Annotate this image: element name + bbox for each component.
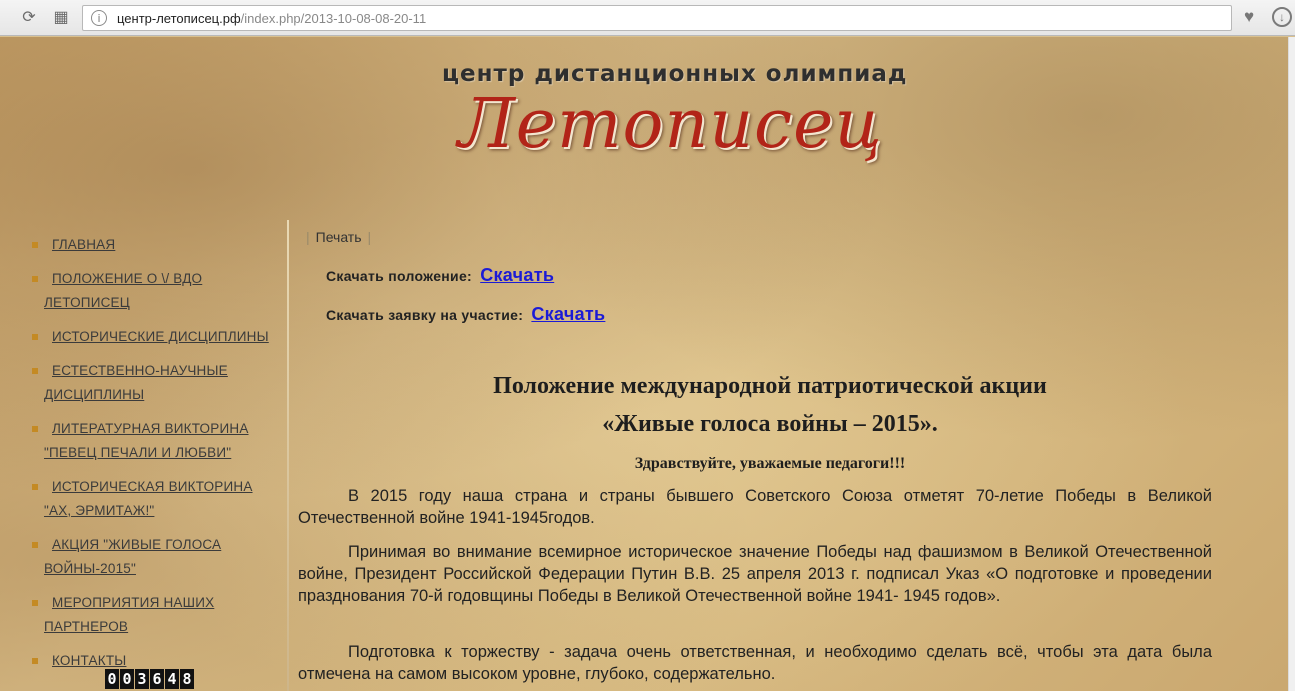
sidebar-item-label-line2: ПАРТНЕРОВ — [44, 619, 129, 634]
sidebar-item-historical-quiz[interactable]: ИСТОРИЧЕСКАЯ ВИКТОРИНА "АХ, ЭРМИТАЖ!" — [30, 475, 280, 523]
url-path: /index.php/2013-10-08-08-20-11 — [240, 10, 427, 26]
download-application-label: Скачать заявку на участие: — [326, 307, 524, 323]
bullet-icon — [32, 368, 38, 374]
bullet-icon — [32, 658, 38, 664]
bullet-icon — [32, 276, 38, 282]
bullet-icon — [32, 542, 38, 548]
bullet-icon — [32, 484, 38, 490]
article-paragraph: Принимая во внимание всемирное историчес… — [298, 543, 1212, 605]
url-domain: центр-летописец.рф — [117, 10, 241, 26]
separator: | — [367, 229, 372, 245]
bullet-icon — [32, 426, 38, 432]
bullet-icon — [32, 334, 38, 340]
column-divider — [287, 220, 289, 691]
article-title-line2: «Живые голоса войны – 2015». — [602, 411, 938, 437]
address-bar[interactable]: i центр-летописец.рф/index.php/2013-10-0… — [82, 5, 1232, 31]
sidebar-item-label: АКЦИЯ "ЖИВЫЕ ГОЛОСА — [52, 537, 222, 552]
visit-counter[interactable]: 0 0 3 6 4 8 — [105, 669, 194, 689]
counter-digit: 4 — [165, 669, 179, 689]
sidebar-item-label: КОНТАКТЫ — [52, 653, 127, 668]
site-logo-title[interactable]: Летописец — [458, 85, 883, 164]
article-paragraph: Подготовка к торжеству - задача очень от… — [298, 643, 1212, 683]
sidebar-item-label-line2: "ПЕВЕЦ ПЕЧАЛИ И ЛЮБВИ" — [44, 445, 232, 460]
counter-digit: 0 — [120, 669, 134, 689]
sidebar-menu: ГЛАВНАЯ ПОЛОЖЕНИЕ О \/ ВДО ЛЕТОПИСЕЦ ИСТ… — [30, 233, 280, 683]
sidebar-item-living-voices-action[interactable]: АКЦИЯ "ЖИВЫЕ ГОЛОСА ВОЙНЫ-2015" — [30, 533, 280, 581]
page-scrollbar[interactable] — [1288, 37, 1295, 691]
sidebar-item-label-line2: ЛЕТОПИСЕЦ — [44, 295, 130, 310]
sidebar-item-label: МЕРОПРИЯТИЯ НАШИХ — [52, 595, 215, 610]
sidebar-item-natural-sciences[interactable]: ЕСТЕСТВЕННО-НАУЧНЫЕ ДИСЦИПЛИНЫ — [30, 359, 280, 407]
download-application-link[interactable]: Скачать — [531, 304, 605, 324]
article-paragraph: В 2015 году наша страна и страны бывшего… — [298, 487, 1212, 527]
site-subtitle: центр дистанционных олимпиад — [442, 61, 908, 87]
page-info-icon[interactable]: i — [91, 10, 107, 26]
sidebar-item-literary-quiz[interactable]: ЛИТЕРАТУРНАЯ ВИКТОРИНА "ПЕВЕЦ ПЕЧАЛИ И Л… — [30, 417, 280, 465]
web-page: центр дистанционных олимпиад Летописец Г… — [0, 37, 1288, 691]
download-application-row: Скачать заявку на участие: Скачать — [326, 304, 605, 325]
greeting-text: Здравствуйте, уважаемые педагоги!!! — [634, 455, 906, 472]
sidebar-item-home[interactable]: ГЛАВНАЯ — [30, 233, 280, 257]
sidebar-item-regulations[interactable]: ПОЛОЖЕНИЕ О \/ ВДО ЛЕТОПИСЕЦ — [30, 267, 280, 315]
sidebar-item-partner-events[interactable]: МЕРОПРИЯТИЯ НАШИХ ПАРТНЕРОВ — [30, 591, 280, 639]
browser-toolbar: ⟳ ▦ i центр-летописец.рф/index.php/2013-… — [0, 0, 1295, 36]
separator: | — [306, 229, 310, 245]
download-rules-link[interactable]: Скачать — [480, 265, 554, 285]
counter-digit: 8 — [180, 669, 194, 689]
download-arrow-icon[interactable]: ↓ — [1272, 7, 1292, 27]
sidebar-item-label: ПОЛОЖЕНИЕ О \/ ВДО — [52, 271, 203, 286]
sidebar-item-label: ЕСТЕСТВЕННО-НАУЧНЫЕ — [52, 363, 228, 378]
bullet-icon — [32, 600, 38, 606]
sidebar-item-label-line2: ВОЙНЫ-2015" — [44, 561, 136, 576]
print-toolbar: | Печать | — [300, 229, 377, 245]
reload-icon[interactable]: ⟳ — [18, 6, 40, 28]
sidebar-item-label: ИСТОРИЧЕСКИЕ ДИСЦИПЛИНЫ — [52, 329, 269, 344]
sidebar-item-label: ИСТОРИЧЕСКАЯ ВИКТОРИНА — [52, 479, 253, 494]
sidebar-item-label-line2: "АХ, ЭРМИТАЖ!" — [44, 503, 155, 518]
sidebar-item-historical-disciplines[interactable]: ИСТОРИЧЕСКИЕ ДИСЦИПЛИНЫ — [30, 325, 280, 349]
counter-digit: 0 — [105, 669, 119, 689]
sidebar-item-label: ЛИТЕРАТУРНАЯ ВИКТОРИНА — [52, 421, 249, 436]
heart-bookmark-icon[interactable]: ♥ — [1238, 6, 1260, 28]
apps-grid-icon[interactable]: ▦ — [50, 6, 72, 28]
sidebar-item-label-line2: ДИСЦИПЛИНЫ — [44, 387, 145, 402]
download-rules-row: Скачать положение: Скачать — [326, 265, 554, 286]
print-link[interactable]: Печать — [316, 229, 362, 245]
sidebar-item-label: ГЛАВНАЯ — [52, 237, 116, 252]
counter-digit: 6 — [150, 669, 164, 689]
download-rules-label: Скачать положение: — [326, 268, 472, 284]
counter-digit: 3 — [135, 669, 149, 689]
article-title-line1: Положение международной патриотической а… — [493, 373, 1047, 399]
bullet-icon — [32, 242, 38, 248]
